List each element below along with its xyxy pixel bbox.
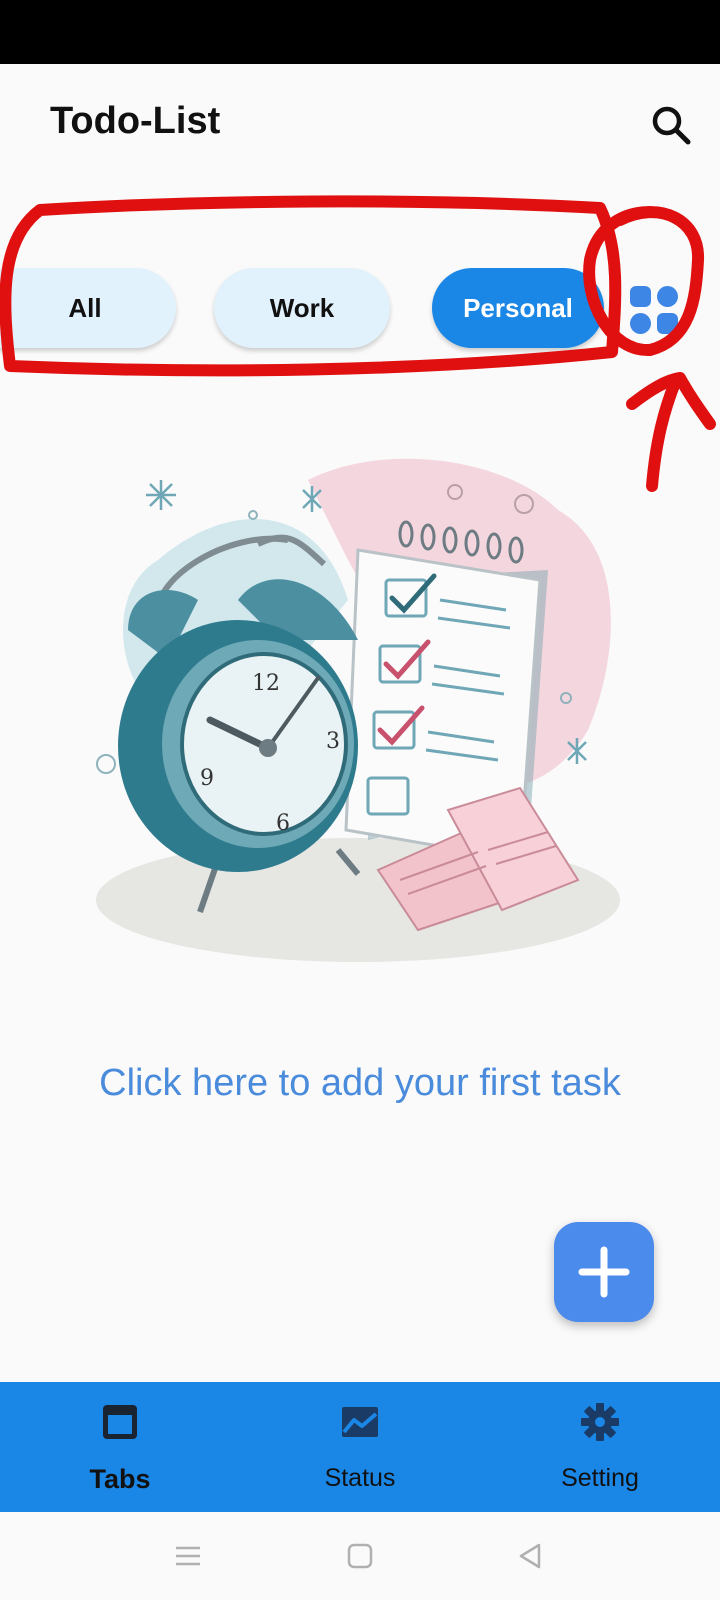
- plus-icon: [578, 1246, 630, 1298]
- nav-label: Status: [324, 1464, 396, 1492]
- category-filter-bar: All Work Personal: [0, 260, 720, 360]
- svg-text:3: 3: [326, 729, 340, 754]
- search-icon[interactable]: [646, 100, 698, 152]
- system-navigation-bar: [0, 1512, 720, 1600]
- svg-text:6: 6: [276, 811, 290, 836]
- chip-all[interactable]: All: [0, 268, 176, 348]
- add-task-button[interactable]: [554, 1222, 654, 1322]
- empty-state-illustration: 12 3 6 9: [88, 440, 628, 980]
- chip-personal[interactable]: Personal: [432, 268, 604, 348]
- add-first-task-link[interactable]: Click here to add your first task: [0, 1062, 720, 1105]
- grid-icon[interactable]: [626, 282, 682, 338]
- gear-icon: [581, 1403, 619, 1441]
- status-bar: [0, 0, 720, 64]
- chip-label: Work: [269, 292, 335, 323]
- chart-icon: [342, 1407, 378, 1437]
- nav-item-status[interactable]: Status: [240, 1382, 480, 1512]
- chip-label: All: [68, 292, 102, 323]
- home-icon[interactable]: [344, 1540, 376, 1572]
- chip-label: Personal: [463, 292, 573, 323]
- chip-work[interactable]: Work: [214, 268, 390, 348]
- app-header: Todo-List: [0, 64, 720, 184]
- back-icon[interactable]: [514, 1540, 546, 1572]
- nav-item-setting[interactable]: Setting: [480, 1382, 720, 1512]
- menu-icon[interactable]: [172, 1540, 204, 1572]
- bottom-navigation: Tabs Status Setting: [0, 1382, 720, 1512]
- nav-label: Setting: [561, 1464, 639, 1492]
- svg-text:12: 12: [252, 671, 280, 696]
- nav-item-tabs[interactable]: Tabs: [0, 1382, 240, 1512]
- tab-window-icon: [103, 1405, 137, 1439]
- svg-text:9: 9: [200, 766, 214, 791]
- page-title: Todo-List: [50, 100, 221, 142]
- nav-label: Tabs: [89, 1464, 151, 1494]
